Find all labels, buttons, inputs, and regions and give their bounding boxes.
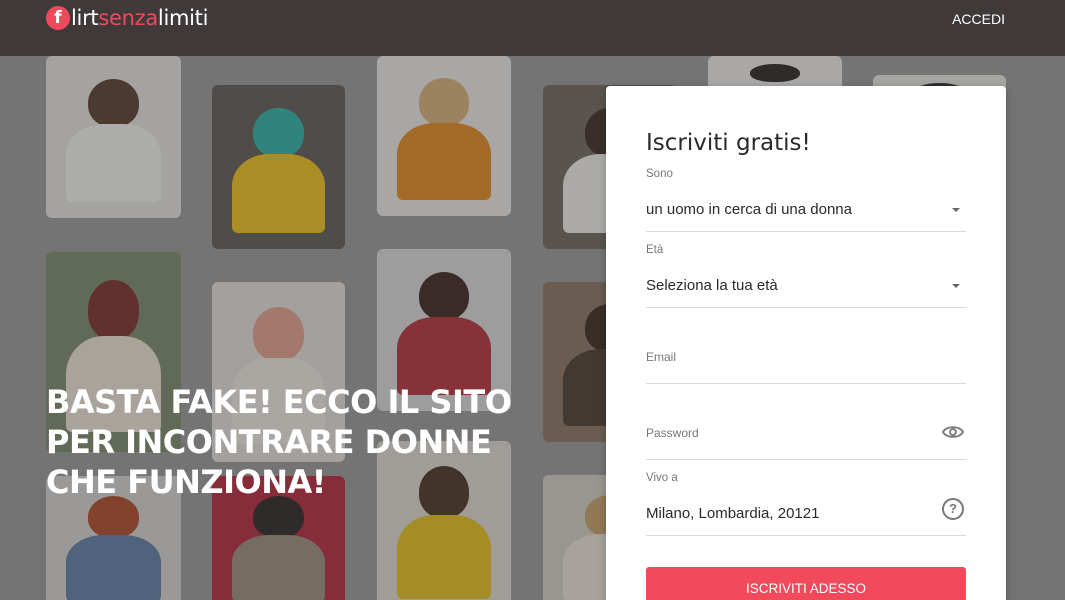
- location-field[interactable]: Vivo a Milano, Lombardia, 20121 ?: [646, 472, 966, 536]
- password-placeholder: Password: [646, 426, 699, 440]
- logo-part-limiti: limiti: [157, 6, 209, 30]
- profile-photo: [212, 85, 345, 249]
- logo-wordmark: lirtsenzalimiti: [71, 6, 208, 30]
- profile-photo: [46, 56, 181, 218]
- signup-submit-button[interactable]: ISCRIVITI ADESSO: [646, 567, 966, 600]
- gender-value: un uomo in cerca di una donna: [646, 201, 852, 218]
- age-label: Età: [646, 244, 664, 256]
- logo-part-senza: senza: [98, 6, 158, 30]
- logo-badge-icon: f: [46, 6, 70, 30]
- chevron-down-icon: [952, 208, 960, 212]
- help-question-icon[interactable]: ?: [942, 498, 964, 520]
- location-label: Vivo a: [646, 472, 678, 484]
- logo-part-flirt: lirt: [71, 6, 99, 30]
- form-title: Iscriviti gratis!: [646, 130, 811, 156]
- location-value: Milano, Lombardia, 20121: [646, 505, 820, 522]
- profile-photo: [377, 56, 511, 216]
- site-logo[interactable]: f lirtsenzalimiti: [46, 5, 208, 31]
- eye-icon[interactable]: [942, 424, 964, 440]
- email-placeholder: Email: [646, 350, 677, 364]
- age-value: Seleziona la tua età: [646, 277, 778, 294]
- gender-label: Sono: [646, 168, 673, 180]
- chevron-down-icon: [952, 284, 960, 288]
- login-link[interactable]: ACCEDI: [952, 11, 1005, 27]
- signup-form-card: Iscriviti gratis! Sono un uomo in cerca …: [606, 86, 1006, 600]
- email-field[interactable]: Email: [646, 336, 966, 384]
- top-navigation-bar: f lirtsenzalimiti ACCEDI: [0, 0, 1065, 56]
- hero-headline: BASTA FAKE! ECCO IL SITO PER INCONTRARE …: [46, 383, 512, 501]
- gender-select[interactable]: Sono un uomo in cerca di una donna: [646, 168, 966, 232]
- password-field[interactable]: Password: [646, 412, 966, 460]
- age-select[interactable]: Età Seleziona la tua età: [646, 244, 966, 308]
